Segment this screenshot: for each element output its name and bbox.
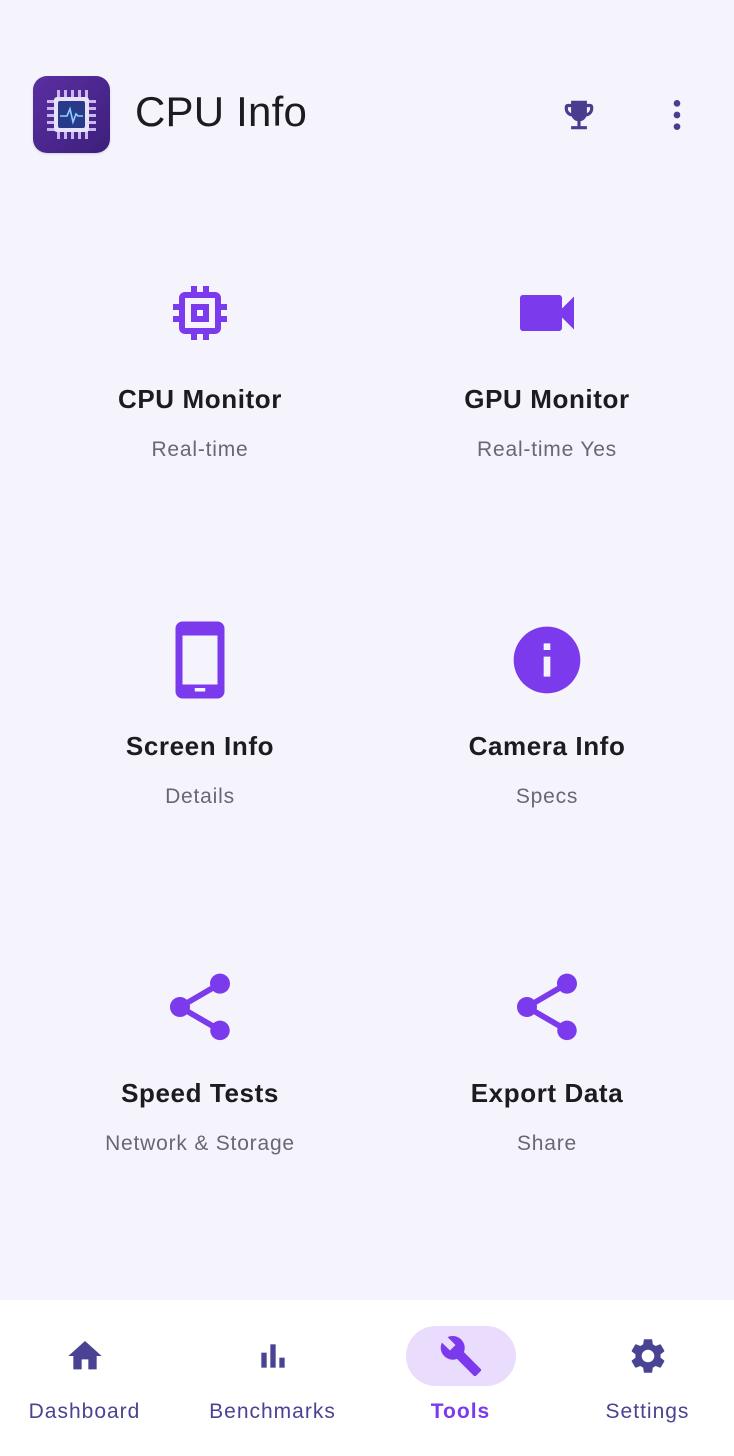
bar-chart-icon bbox=[261, 1344, 285, 1368]
tool-title: Speed Tests bbox=[121, 1078, 279, 1108]
tool-title: Export Data bbox=[470, 1078, 624, 1108]
nav-label: Settings bbox=[605, 1400, 690, 1423]
home-icon bbox=[68, 1341, 102, 1370]
nav-item-dashboard[interactable]: Dashboard bbox=[0, 1300, 176, 1456]
nav-item-settings[interactable]: Settings bbox=[556, 1300, 734, 1456]
wrench-icon bbox=[440, 1336, 482, 1377]
tool-subtitle: Details bbox=[165, 785, 235, 808]
tool-subtitle: Network & Storage bbox=[105, 1132, 295, 1155]
info-icon bbox=[513, 626, 581, 694]
tool-subtitle: Real-time Yes bbox=[477, 438, 617, 461]
cpu-icon bbox=[173, 286, 227, 340]
tool-title: Camera Info bbox=[468, 731, 626, 761]
nav-item-benchmarks[interactable]: Benchmarks bbox=[181, 1300, 364, 1456]
smartphone-icon bbox=[175, 621, 225, 699]
share-icon bbox=[170, 973, 230, 1041]
nav-item-tools[interactable]: Tools bbox=[369, 1300, 552, 1456]
tool-title: GPU Monitor bbox=[464, 384, 630, 414]
tool-title: Screen Info bbox=[125, 731, 275, 761]
tool-card-speed-tests[interactable]: Speed Tests Network & Storage bbox=[33, 906, 367, 1226]
tool-card-gpu-monitor[interactable]: GPU Monitor Real-time Yes bbox=[380, 212, 714, 532]
trophy-button[interactable] bbox=[551, 87, 607, 143]
more-options-button[interactable] bbox=[649, 87, 705, 143]
app-bar: CPU Info bbox=[0, 70, 734, 160]
tool-subtitle: Real-time bbox=[151, 438, 249, 461]
active-indicator bbox=[406, 1326, 516, 1386]
share-icon bbox=[517, 973, 577, 1041]
videocam-icon bbox=[520, 295, 574, 331]
tool-title: CPU Monitor bbox=[117, 384, 283, 414]
tool-card-camera-info[interactable]: Camera Info Specs bbox=[380, 559, 714, 879]
trophy-icon bbox=[564, 100, 594, 130]
tool-subtitle: Share bbox=[516, 1132, 578, 1155]
nav-label: Tools bbox=[430, 1400, 491, 1423]
tool-subtitle: Specs bbox=[515, 785, 579, 808]
gear-icon bbox=[631, 1339, 665, 1373]
app-title: CPU Info bbox=[135, 88, 307, 135]
nav-label: Dashboard bbox=[28, 1400, 141, 1423]
more-vert-icon bbox=[673, 100, 681, 130]
nav-label: Benchmarks bbox=[209, 1400, 336, 1423]
bottom-navigation: Dashboard Benchmarks Tools Settings bbox=[0, 1300, 734, 1456]
tool-card-screen-info[interactable]: Screen Info Details bbox=[33, 559, 367, 879]
tool-card-cpu-monitor[interactable]: CPU Monitor Real-time bbox=[33, 212, 367, 532]
tool-card-export-data[interactable]: Export Data Share bbox=[380, 906, 714, 1226]
cpu-chip-app-icon bbox=[33, 76, 110, 153]
